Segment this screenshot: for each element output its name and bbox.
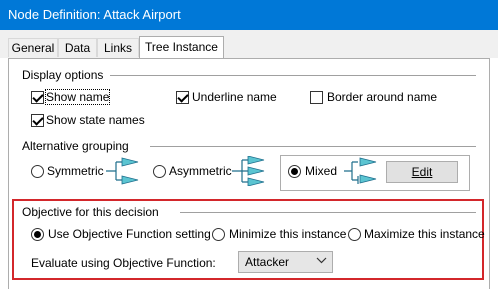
border-around-name-label[interactable]: Border around name	[327, 90, 437, 104]
group-divider	[180, 212, 476, 213]
tab-links[interactable]: Links	[97, 38, 139, 57]
tree-branch-icon	[344, 157, 377, 184]
tree-branch-icon	[232, 156, 265, 186]
minimize-instance-label[interactable]: Minimize this instance	[229, 227, 346, 241]
chevron-down-icon	[316, 257, 327, 264]
edit-button[interactable]: Edit	[386, 161, 458, 183]
show-state-names-label[interactable]: Show state names	[46, 113, 145, 127]
title-bar: Node Definition: Attack Airport	[0, 0, 498, 30]
group-divider	[150, 146, 476, 147]
asymmetric-radio[interactable]	[153, 165, 166, 178]
group-divider	[110, 75, 476, 76]
maximize-instance-radio[interactable]	[348, 228, 361, 241]
tree-branch-icon	[106, 157, 139, 185]
underline-name-checkbox[interactable]	[176, 91, 189, 104]
alternative-grouping-title: Alternative grouping	[22, 139, 129, 153]
border-around-name-checkbox[interactable]	[310, 91, 323, 104]
tab-general[interactable]: General	[8, 38, 58, 57]
tab-tree-instance[interactable]: Tree Instance	[139, 36, 224, 59]
show-state-names-checkbox[interactable]	[31, 114, 44, 127]
objective-function-value: Attacker	[245, 255, 290, 269]
use-objective-function-radio[interactable]	[31, 228, 44, 241]
underline-name-label[interactable]: Underline name	[192, 90, 277, 104]
window-title: Node Definition: Attack Airport	[8, 7, 181, 22]
mixed-radio[interactable]	[288, 165, 301, 178]
minimize-instance-radio[interactable]	[212, 228, 225, 241]
mixed-label[interactable]: Mixed	[305, 164, 337, 178]
evaluate-label: Evaluate using Objective Function:	[31, 256, 216, 270]
use-objective-function-label[interactable]: Use Objective Function setting	[48, 227, 211, 241]
symmetric-radio[interactable]	[31, 165, 44, 178]
tab-bar: General Data Links Tree Instance	[0, 30, 498, 59]
objective-function-select[interactable]: Attacker	[238, 251, 333, 273]
symmetric-label[interactable]: Symmetric	[47, 164, 104, 178]
tab-data[interactable]: Data	[58, 38, 97, 57]
objective-title: Objective for this decision	[22, 205, 159, 219]
asymmetric-label[interactable]: Asymmetric	[169, 164, 232, 178]
display-options-title: Display options	[22, 68, 104, 82]
show-name-label[interactable]: Show name	[44, 89, 111, 105]
maximize-instance-label[interactable]: Maximize this instance	[364, 227, 485, 241]
show-name-checkbox[interactable]	[31, 91, 44, 104]
